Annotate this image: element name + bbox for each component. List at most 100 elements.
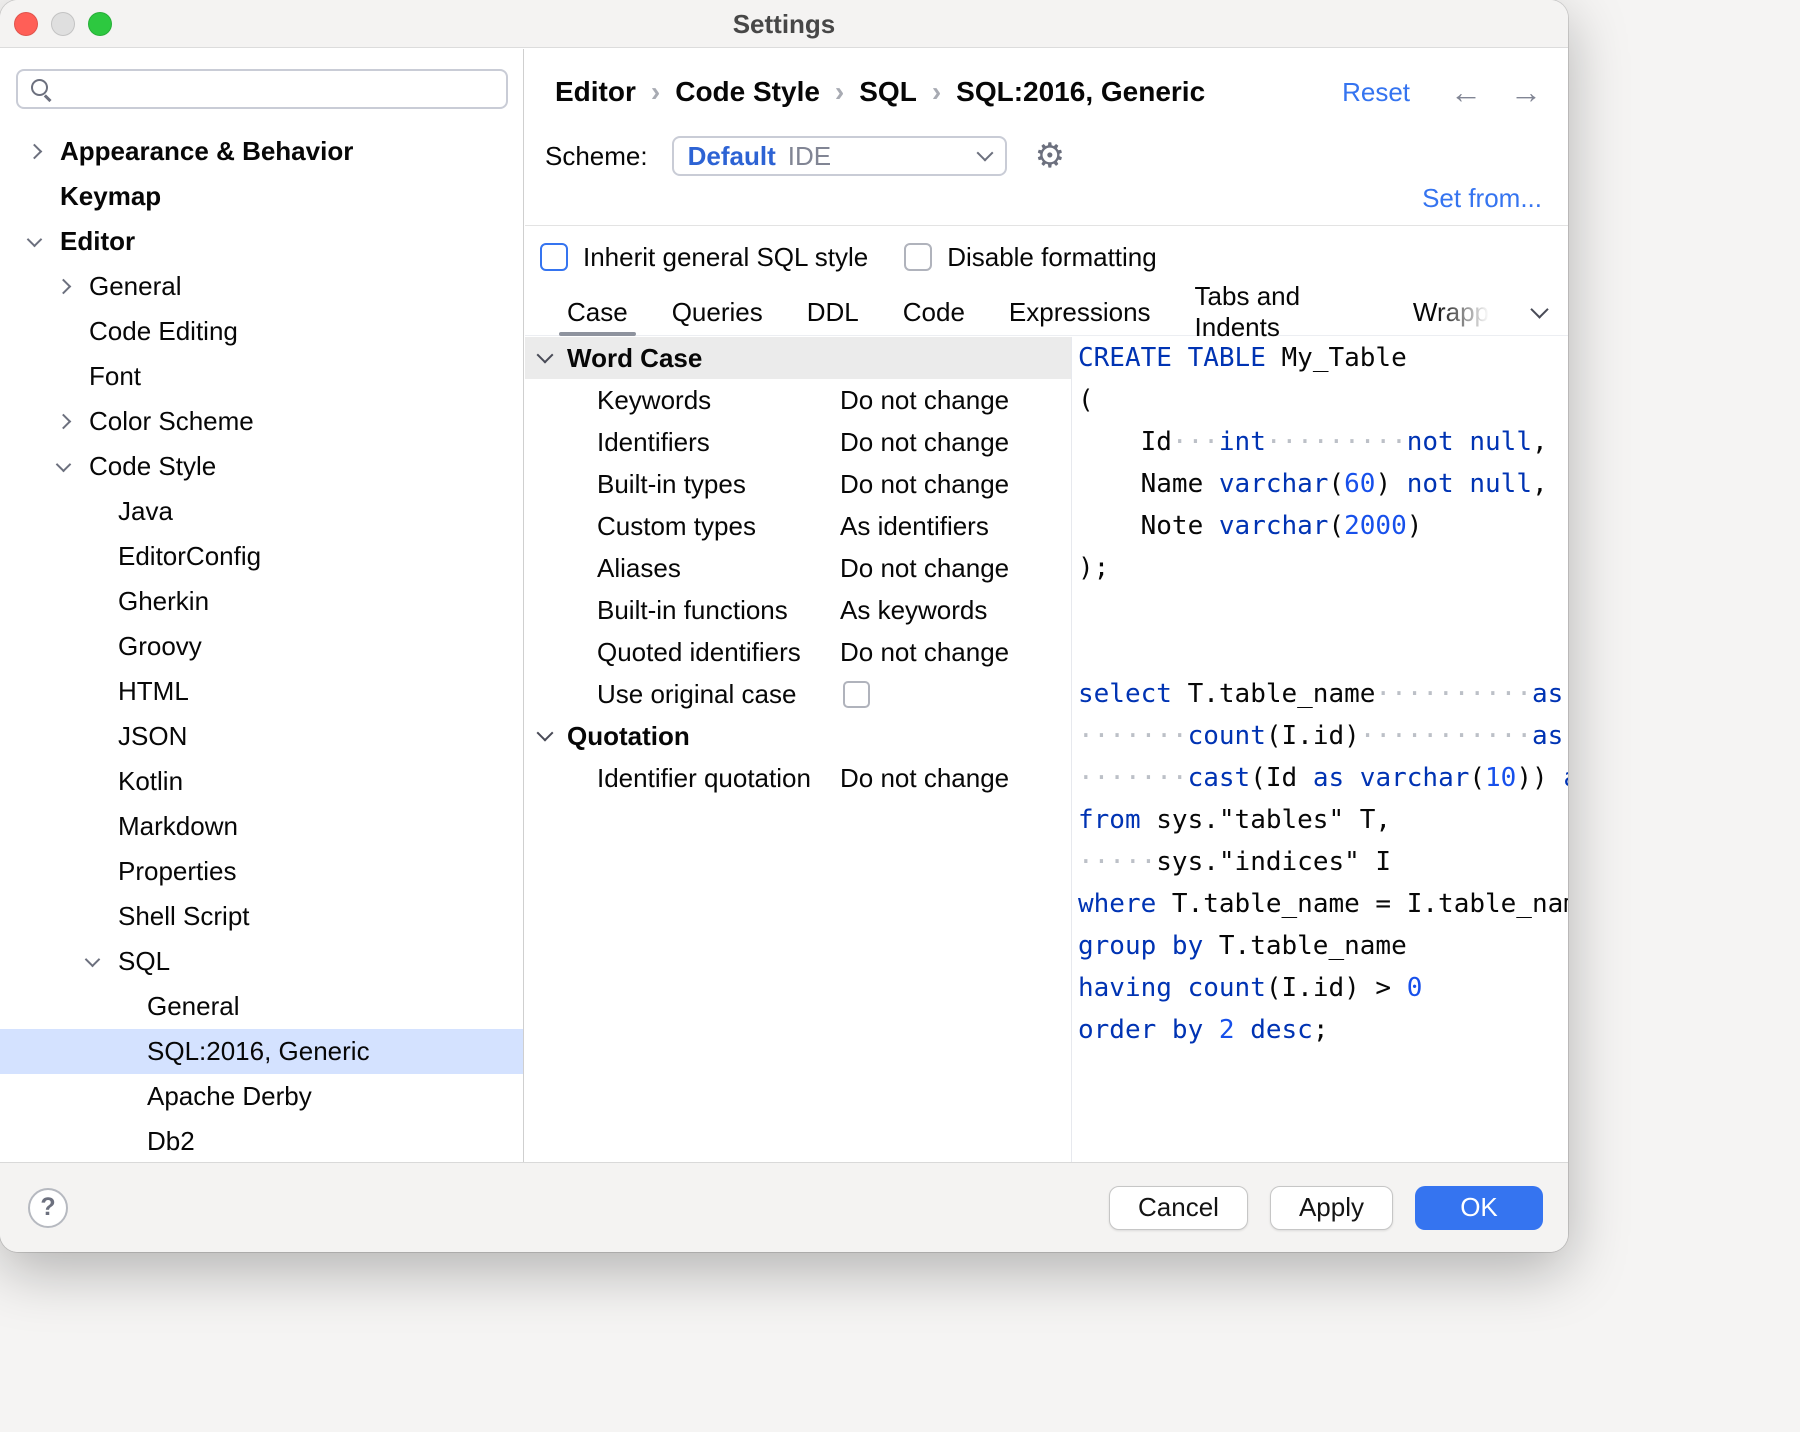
tab-queries[interactable]: Queries bbox=[672, 289, 763, 336]
breadcrumb-separator: › bbox=[835, 76, 844, 108]
chevron-right-icon[interactable] bbox=[55, 281, 89, 292]
sidebar-item-db2[interactable]: Db2 bbox=[0, 1119, 523, 1162]
settings-row-keywords: KeywordsDo not change bbox=[525, 379, 1071, 421]
setting-value-dropdown[interactable]: Do not change bbox=[840, 427, 1009, 458]
sidebar-item-color-scheme[interactable]: Color Scheme bbox=[0, 399, 523, 444]
inherit-sql-style-checkbox[interactable] bbox=[540, 243, 568, 271]
setting-checkbox[interactable] bbox=[843, 681, 870, 708]
tab-code[interactable]: Code bbox=[903, 289, 965, 336]
forward-arrow-icon[interactable]: → bbox=[1510, 74, 1542, 111]
code-token bbox=[1235, 1015, 1251, 1045]
sidebar-item-html[interactable]: HTML bbox=[0, 669, 523, 714]
setting-value-dropdown[interactable]: Do not change bbox=[840, 469, 1009, 500]
tab-label: Queries bbox=[672, 297, 763, 328]
breadcrumb-separator: › bbox=[651, 76, 660, 108]
tab-ddl[interactable]: DDL bbox=[807, 289, 859, 336]
settings-row-identifiers: IdentifiersDo not change bbox=[525, 421, 1071, 463]
tab-tabs-and-indents[interactable]: Tabs and Indents bbox=[1195, 289, 1369, 336]
code-line: ( bbox=[1078, 379, 1568, 421]
setting-value-dropdown[interactable]: Do not change bbox=[840, 763, 1009, 794]
code-token: ( bbox=[1078, 385, 1094, 415]
code-token: ··········· bbox=[1360, 721, 1532, 751]
sidebar-item-appearance-behavior[interactable]: Appearance & Behavior bbox=[0, 129, 523, 174]
code-line: Id···int·········not null, bbox=[1078, 421, 1568, 463]
code-token bbox=[1203, 1015, 1219, 1045]
sidebar-item-code-editing[interactable]: Code Editing bbox=[0, 309, 523, 354]
setting-value-dropdown[interactable]: Do not change bbox=[840, 385, 1009, 416]
sidebar-item-editorconfig[interactable]: EditorConfig bbox=[0, 534, 523, 579]
sidebar-item-kotlin[interactable]: Kotlin bbox=[0, 759, 523, 804]
chevron-down-icon[interactable] bbox=[26, 239, 60, 245]
inherit-sql-style-option[interactable]: Inherit general SQL style bbox=[540, 242, 868, 273]
gear-icon[interactable]: ⚙ bbox=[1035, 136, 1065, 176]
settings-row-use-original-case: Use original case bbox=[525, 673, 1071, 715]
tab-wrapp[interactable]: Wrapp bbox=[1413, 289, 1489, 336]
sidebar-item-apache-derby[interactable]: Apache Derby bbox=[0, 1074, 523, 1119]
help-button[interactable]: ? bbox=[28, 1188, 68, 1228]
code-token: 10 bbox=[1485, 763, 1516, 793]
section-header-quotation[interactable]: Quotation bbox=[525, 715, 1071, 757]
tab-expressions[interactable]: Expressions bbox=[1009, 289, 1151, 336]
chevron-right-icon[interactable] bbox=[26, 146, 60, 157]
setting-value-dropdown[interactable]: As keywords bbox=[840, 595, 987, 626]
code-token: (Id bbox=[1250, 763, 1313, 793]
sidebar-item-json[interactable]: JSON bbox=[0, 714, 523, 759]
search-box[interactable] bbox=[16, 69, 508, 109]
sidebar-item-properties[interactable]: Properties bbox=[0, 849, 523, 894]
history-arrows: ← → bbox=[1450, 74, 1542, 111]
scheme-row: Scheme: Default IDE ⚙ bbox=[545, 136, 1065, 176]
help-icon: ? bbox=[40, 1193, 55, 1222]
chevron-down-icon[interactable] bbox=[55, 464, 89, 470]
sidebar-item-gherkin[interactable]: Gherkin bbox=[0, 579, 523, 624]
sidebar-item-label: Code Editing bbox=[89, 316, 238, 347]
sidebar-item-general[interactable]: General bbox=[0, 984, 523, 1029]
breadcrumb-sql[interactable]: SQL bbox=[859, 76, 917, 108]
back-arrow-icon[interactable]: ← bbox=[1450, 74, 1482, 111]
settings-list: Word CaseKeywordsDo not changeIdentifier… bbox=[525, 337, 1071, 1162]
settings-row-custom-types: Custom typesAs identifiers bbox=[525, 505, 1071, 547]
sidebar-item-label: Properties bbox=[118, 856, 237, 887]
code-line: ·······cast(Id as varchar(10)) as bbox=[1078, 757, 1568, 799]
tab-case[interactable]: Case bbox=[567, 289, 628, 336]
sidebar-item-label: HTML bbox=[118, 676, 189, 707]
tab-overflow-chevron-icon[interactable] bbox=[1530, 300, 1548, 318]
code-token: where bbox=[1078, 889, 1156, 919]
sidebar-item-java[interactable]: Java bbox=[0, 489, 523, 534]
disable-formatting-checkbox[interactable] bbox=[904, 243, 932, 271]
sidebar-item-label: Code Style bbox=[89, 451, 216, 482]
sidebar-item-sql-2016-generic[interactable]: SQL:2016, Generic bbox=[0, 1029, 523, 1074]
setting-value-dropdown[interactable]: Do not change bbox=[840, 637, 1009, 668]
code-token: TABLE bbox=[1188, 343, 1266, 373]
section-title: Quotation bbox=[567, 721, 690, 752]
search-input[interactable] bbox=[62, 75, 494, 103]
disable-formatting-label: Disable formatting bbox=[947, 242, 1157, 273]
sidebar-item-markdown[interactable]: Markdown bbox=[0, 804, 523, 849]
set-from-link[interactable]: Set from... bbox=[1422, 183, 1542, 213]
apply-button[interactable]: Apply bbox=[1270, 1186, 1393, 1230]
sidebar-item-keymap[interactable]: Keymap bbox=[0, 174, 523, 219]
sidebar-item-editor[interactable]: Editor bbox=[0, 219, 523, 264]
code-token: , bbox=[1532, 427, 1548, 457]
sidebar-item-code-style[interactable]: Code Style bbox=[0, 444, 523, 489]
breadcrumb-editor[interactable]: Editor bbox=[555, 76, 636, 108]
chevron-down-icon[interactable] bbox=[84, 959, 118, 965]
content-panel: Editor › Code Style › SQL › SQL:2016, Ge… bbox=[525, 49, 1568, 1162]
ok-button[interactable]: OK bbox=[1415, 1186, 1543, 1230]
code-token bbox=[1172, 973, 1188, 1003]
disable-formatting-option[interactable]: Disable formatting bbox=[904, 242, 1157, 273]
code-token: ·········· bbox=[1375, 679, 1532, 709]
sidebar-item-shell-script[interactable]: Shell Script bbox=[0, 894, 523, 939]
sidebar-item-groovy[interactable]: Groovy bbox=[0, 624, 523, 669]
section-header-word-case[interactable]: Word Case bbox=[525, 337, 1071, 379]
scheme-select[interactable]: Default IDE bbox=[672, 136, 1007, 176]
cancel-button[interactable]: Cancel bbox=[1109, 1186, 1248, 1230]
sidebar-item-sql[interactable]: SQL bbox=[0, 939, 523, 984]
sidebar-item-font[interactable]: Font bbox=[0, 354, 523, 399]
sidebar-item-label: General bbox=[89, 271, 182, 302]
setting-value-dropdown[interactable]: Do not change bbox=[840, 553, 1009, 584]
setting-value-dropdown[interactable]: As identifiers bbox=[840, 511, 989, 542]
reset-link[interactable]: Reset bbox=[1342, 77, 1410, 108]
chevron-right-icon[interactable] bbox=[55, 416, 89, 427]
breadcrumb-code-style[interactable]: Code Style bbox=[675, 76, 820, 108]
sidebar-item-general[interactable]: General bbox=[0, 264, 523, 309]
